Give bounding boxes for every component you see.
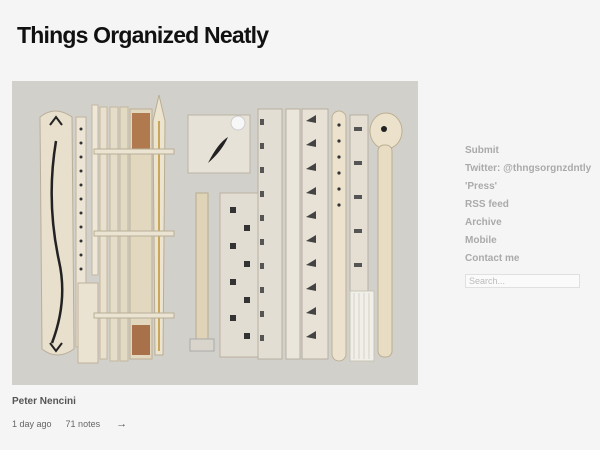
site-title[interactable]: Things Organized Neatly — [17, 22, 269, 49]
post-age-link[interactable]: 1 day ago — [12, 419, 52, 429]
permalink-arrow-icon[interactable]: → — [116, 418, 127, 430]
sidebar-link-contact[interactable]: Contact me — [465, 253, 595, 271]
sidebar-link-submit[interactable]: Submit — [465, 145, 595, 163]
post-meta: 1 day ago 71 notes → — [12, 418, 127, 430]
search-input[interactable] — [465, 274, 580, 288]
sidebar-link-press[interactable]: 'Press' — [465, 181, 595, 199]
photo-wooden-objects — [12, 81, 418, 385]
sidebar-link-mobile[interactable]: Mobile — [465, 235, 595, 253]
post-caption: Peter Nencini — [12, 396, 76, 407]
sidebar-nav: Submit Twitter: @thngsorgnzdntly 'Press'… — [465, 145, 595, 289]
sidebar-link-archive[interactable]: Archive — [465, 217, 595, 235]
sidebar-link-twitter[interactable]: Twitter: @thngsorgnzdntly — [465, 163, 595, 181]
post-notes-link[interactable]: 71 notes — [66, 419, 101, 429]
post-photo[interactable] — [12, 81, 418, 385]
sidebar-link-rss[interactable]: RSS feed — [465, 199, 595, 217]
